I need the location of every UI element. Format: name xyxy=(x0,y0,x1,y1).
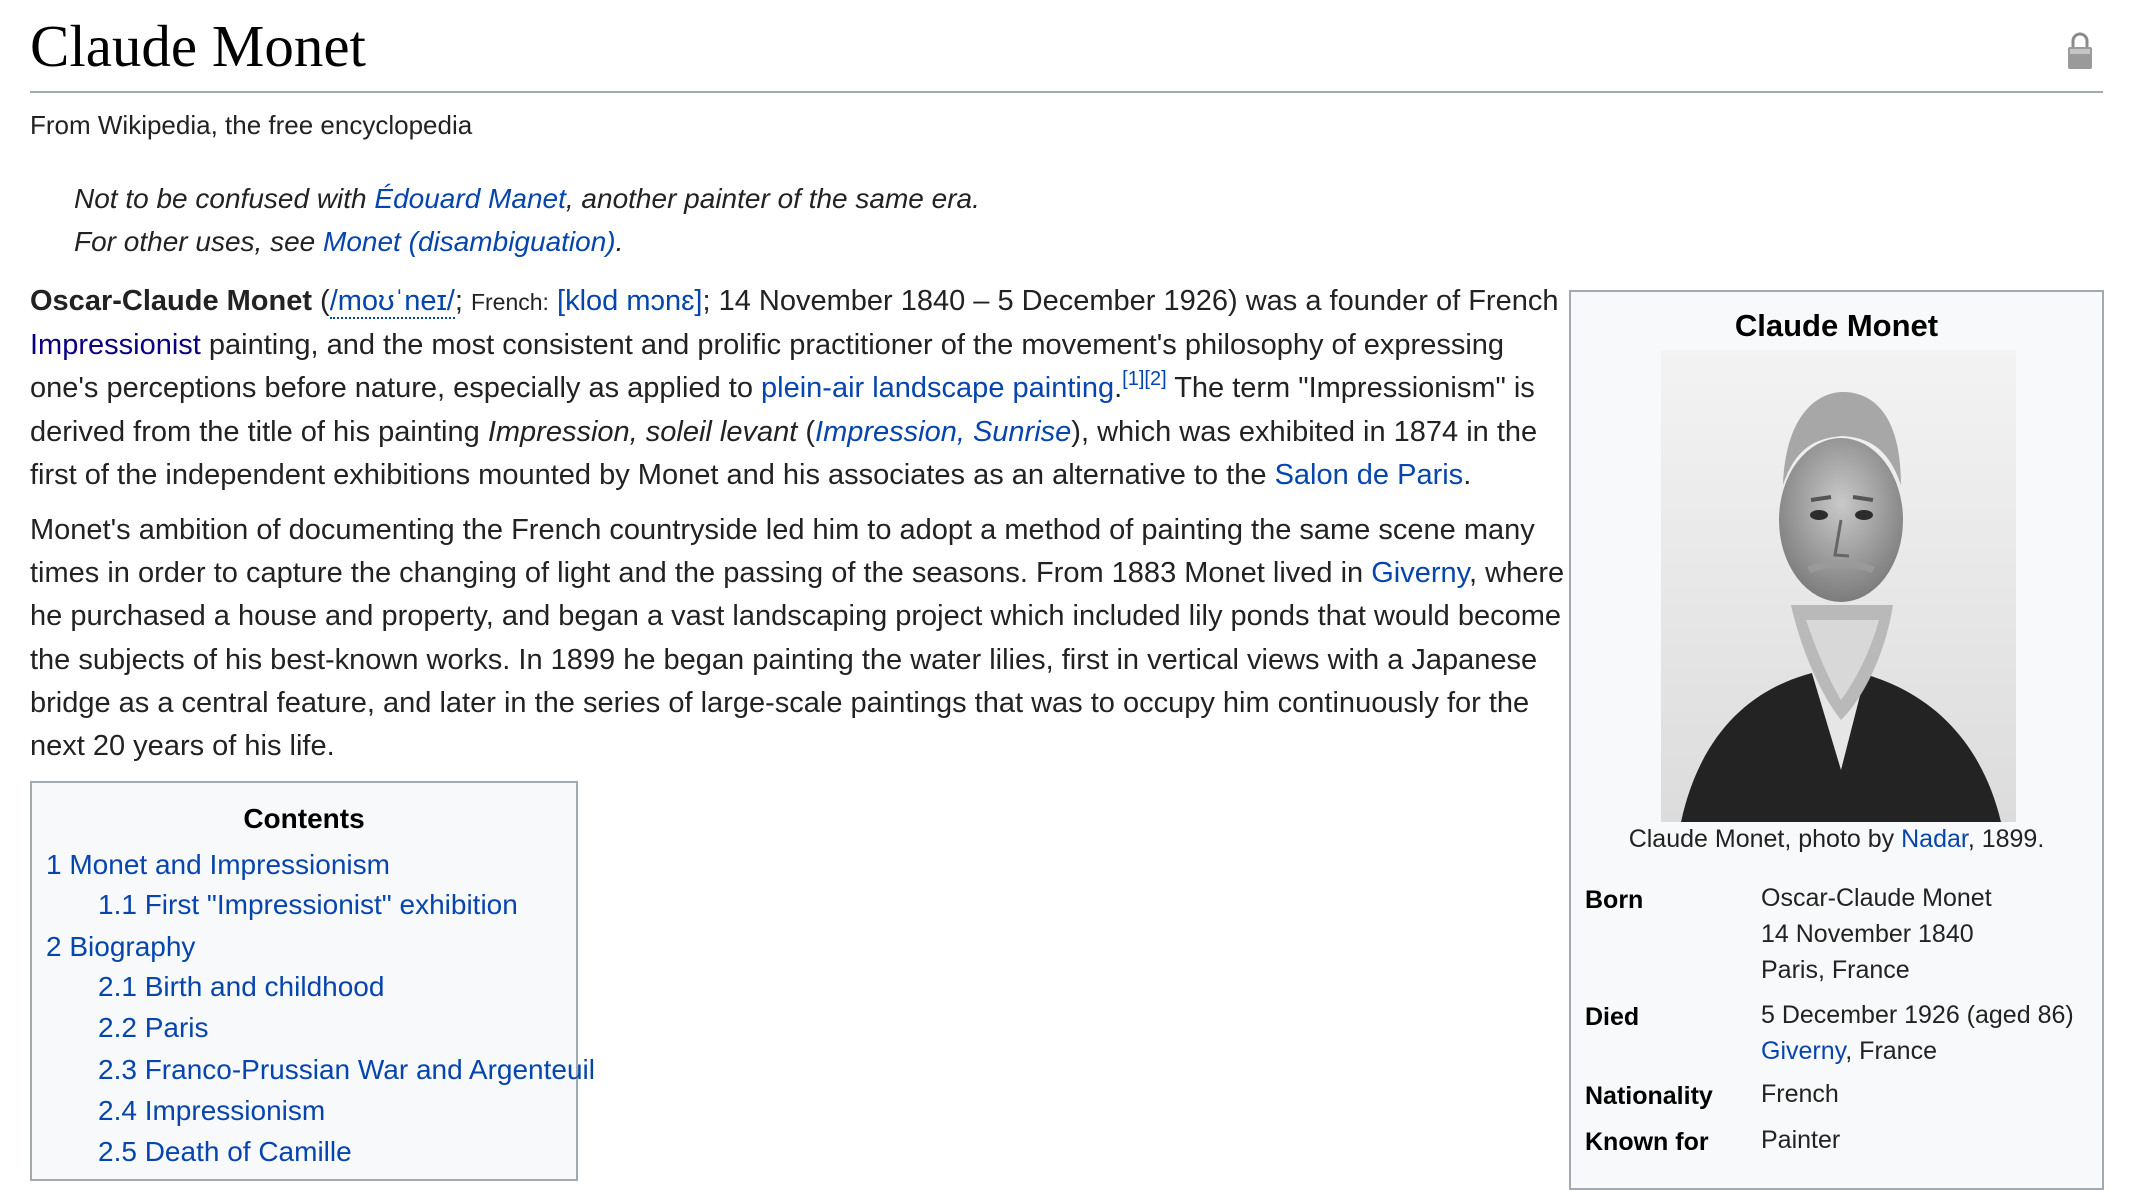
toc-item[interactable]: 2.5 Death of Camille xyxy=(98,1136,352,1168)
second-paragraph: Monet's ambition of documenting the Fren… xyxy=(30,509,1570,768)
known-for-value: Painter xyxy=(1761,1126,1841,1154)
reference-1[interactable]: [1] xyxy=(1122,368,1144,390)
born-place: Paris, France xyxy=(1761,956,1910,984)
toc-item[interactable]: 2.2 Paris xyxy=(98,1012,209,1044)
intro-paragraph: Oscar-Claude Monet (/moʊˈneɪ/; French: [… xyxy=(30,280,1570,497)
link-impressionist[interactable]: Impressionist xyxy=(30,329,201,361)
reference-2[interactable]: [2] xyxy=(1144,368,1166,390)
hatnote-confusion: Not to be confused with Édouard Manet, a… xyxy=(74,183,980,215)
link-salon-de-paris[interactable]: Salon de Paris xyxy=(1275,459,1464,491)
known-for-label: Known for xyxy=(1585,1128,1709,1156)
toc-item[interactable]: 2.3 Franco-Prussian War and Argenteuil xyxy=(98,1054,595,1086)
text: , France xyxy=(1845,1037,1937,1065)
died-value: 5 December 1926 (aged 86) Giverny, Franc… xyxy=(1761,997,2074,1069)
link-nadar[interactable]: Nadar xyxy=(1901,825,1968,853)
hatnote-text: , another painter of the same era. xyxy=(565,183,980,214)
link-impression-sunrise[interactable]: Impression, Sunrise xyxy=(815,416,1071,448)
hatnote-text: Not to be confused with xyxy=(74,183,375,214)
nationality-value: French xyxy=(1761,1080,1839,1108)
link-giverny-infobox[interactable]: Giverny xyxy=(1761,1037,1845,1065)
hatnote-text: . xyxy=(615,226,624,257)
toc-item[interactable]: 2.1 Birth and childhood xyxy=(98,971,384,1003)
subject-name: Oscar-Claude Monet xyxy=(30,285,312,317)
site-tagline: From Wikipedia, the free encyclopedia xyxy=(30,110,473,140)
portrait-caption: Claude Monet, photo by Nadar, 1899. xyxy=(1571,825,2102,854)
link-edouard-manet[interactable]: Édouard Manet xyxy=(374,183,565,214)
died-label: Died xyxy=(1585,1003,1640,1031)
link-giverny[interactable]: Giverny xyxy=(1371,557,1469,589)
text: . xyxy=(1114,372,1123,405)
toc-item[interactable]: 2.4 Impressionism xyxy=(98,1095,325,1127)
born-value: Oscar-Claude Monet 14 November 1840 Pari… xyxy=(1761,880,1992,988)
toc-item[interactable]: 1.1 First "Impressionist" exhibition xyxy=(98,889,518,921)
text: Monet's ambition of documenting the Fren… xyxy=(30,514,1535,590)
text: Claude Monet, photo by xyxy=(1628,825,1902,853)
text: ( xyxy=(797,415,816,448)
portrait-image xyxy=(1661,350,2016,822)
nationality-label: Nationality xyxy=(1585,1082,1713,1110)
link-plein-air[interactable]: plein-air landscape painting xyxy=(761,372,1114,404)
infobox: Claude Monet Claude Monet, photo by Nada… xyxy=(1569,290,2104,1190)
link-monet-disambiguation[interactable]: Monet (disambiguation) xyxy=(323,226,616,257)
died-date: 5 December 1926 (aged 86) xyxy=(1761,1001,2074,1029)
ipa-french-link[interactable]: [klod mɔnɛ] xyxy=(557,285,702,317)
text: . xyxy=(1463,458,1472,491)
born-label: Born xyxy=(1585,886,1644,914)
painting-title: Impression, soleil levant xyxy=(487,415,798,448)
text: ( xyxy=(312,285,330,317)
toc-title: Contents xyxy=(243,803,365,834)
toc-item[interactable]: 1 Monet and Impressionism xyxy=(46,849,390,881)
born-date: 14 November 1840 xyxy=(1761,920,1974,948)
died-place: Giverny, France xyxy=(1761,1033,2074,1069)
table-of-contents: Contents 1 Monet and Impressionism 1.1 F… xyxy=(30,781,595,1181)
toc-item[interactable]: 2 Biography xyxy=(46,931,195,963)
lock-icon[interactable] xyxy=(2067,30,2093,70)
text: ; 14 November 1840 – 5 December 1926) wa… xyxy=(702,285,1559,317)
hatnote-text: For other uses, see xyxy=(74,226,324,257)
text: ; xyxy=(454,285,471,317)
infobox-title: Claude Monet xyxy=(1734,308,1939,343)
text: , 1899. xyxy=(1967,825,2045,853)
page-title: Claude Monet xyxy=(30,13,366,79)
hatnote-disambiguation: For other uses, see Monet (disambiguatio… xyxy=(74,226,623,258)
born-name: Oscar-Claude Monet xyxy=(1761,884,1992,912)
ipa-english-link[interactable]: /moʊˈneɪ/ xyxy=(329,285,455,319)
portrait-photo[interactable] xyxy=(1661,350,2016,822)
french-label: French: xyxy=(470,289,549,315)
title-divider xyxy=(30,91,2103,93)
